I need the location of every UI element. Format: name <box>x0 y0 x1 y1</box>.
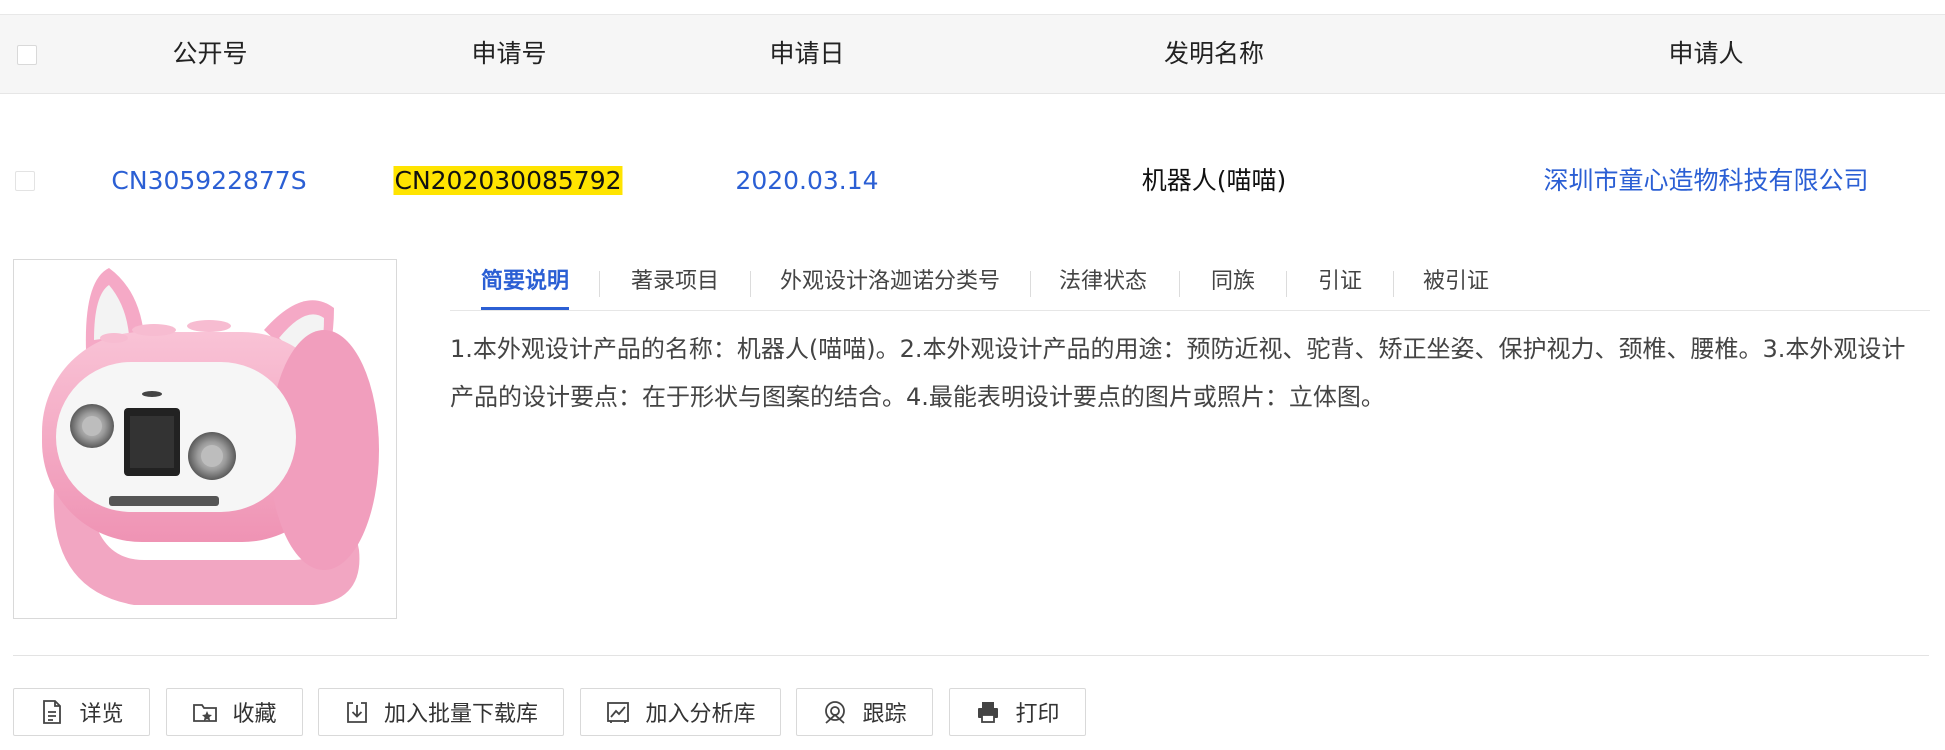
download-icon <box>347 702 367 723</box>
batch-download-button[interactable]: 加入批量下载库 <box>318 688 564 736</box>
header-app-date[interactable]: 申请日 <box>769 15 844 93</box>
tab-locarno-class[interactable]: 外观设计洛迦诺分类号 <box>780 262 1000 308</box>
header-pub-no[interactable]: 公开号 <box>172 15 247 93</box>
tab-separator <box>1393 271 1394 297</box>
select-all-checkbox[interactable] <box>17 45 37 65</box>
robot-cat-image <box>42 268 379 605</box>
track-button[interactable]: 跟踪 <box>796 688 933 736</box>
table-header: 公开号 申请号 申请日 发明名称 申请人 <box>0 15 1945 94</box>
tab-brief-description[interactable]: 简要说明 <box>480 262 570 310</box>
tab-separator <box>1286 271 1287 297</box>
detail-label: 详览 <box>79 702 124 727</box>
pub-no-link[interactable]: CN305922877S <box>111 160 306 202</box>
header-title[interactable]: 发明名称 <box>1164 15 1264 93</box>
tab-cited-by[interactable]: 被引证 <box>1423 262 1489 308</box>
tab-separator <box>750 271 751 297</box>
section-divider <box>13 655 1929 656</box>
add-to-analysis-button[interactable]: 加入分析库 <box>580 688 781 736</box>
batch-download-label: 加入批量下载库 <box>383 702 538 727</box>
track-label: 跟踪 <box>862 702 907 727</box>
detail-button[interactable]: 详览 <box>13 688 150 736</box>
document-icon <box>43 700 62 724</box>
app-no-highlight: CN202030085792 <box>393 166 623 195</box>
favorite-button[interactable]: 收藏 <box>166 688 303 736</box>
track-icon <box>825 701 846 724</box>
title-cell: 机器人(喵喵) <box>1141 166 1287 195</box>
tab-separator <box>1179 271 1180 297</box>
product-thumbnail[interactable] <box>13 259 397 619</box>
favorite-label: 收藏 <box>232 702 277 727</box>
app-no-cell[interactable]: CN202030085792 <box>393 160 623 202</box>
header-app-no[interactable]: 申请号 <box>471 15 546 93</box>
chart-icon <box>607 702 630 723</box>
folder-star-icon <box>193 704 218 722</box>
tab-separator <box>599 271 600 297</box>
tab-citations[interactable]: 引证 <box>1318 262 1362 308</box>
tab-bibliographic[interactable]: 著录项目 <box>631 262 719 308</box>
detail-tabs: 简要说明 著录项目 外观设计洛迦诺分类号 法律状态 同族 引证 被引证 <box>450 262 1930 311</box>
app-date-link[interactable]: 2020.03.14 <box>735 160 878 202</box>
print-label: 打印 <box>1015 702 1060 727</box>
applicant-link[interactable]: 深圳市童心造物科技有限公司 <box>1543 160 1868 202</box>
printer-icon <box>978 702 999 723</box>
add-to-analysis-label: 加入分析库 <box>645 702 756 727</box>
tab-separator <box>1030 271 1031 297</box>
print-button[interactable]: 打印 <box>949 688 1086 736</box>
tab-legal-status[interactable]: 法律状态 <box>1059 262 1147 308</box>
tab-family[interactable]: 同族 <box>1211 262 1255 308</box>
brief-description-text: 1.本外观设计产品的名称：机器人(喵喵)。2.本外观设计产品的用途：预防近视、驼… <box>450 335 1906 411</box>
header-applicant[interactable]: 申请人 <box>1668 15 1743 93</box>
row-checkbox[interactable] <box>15 171 35 191</box>
